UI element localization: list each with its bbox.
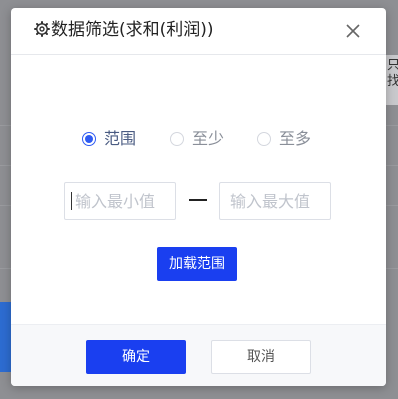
confirm-button[interactable]: 确定 bbox=[86, 340, 186, 374]
close-icon[interactable] bbox=[345, 23, 361, 39]
background-text: 只 找 bbox=[387, 58, 398, 89]
gear-icon bbox=[34, 21, 50, 37]
text-cursor bbox=[71, 192, 72, 210]
radio-button[interactable] bbox=[82, 132, 96, 146]
max-value-input[interactable] bbox=[219, 182, 331, 220]
cancel-button[interactable]: 取消 bbox=[211, 340, 311, 374]
radio-label: 范围 bbox=[104, 129, 137, 148]
radio-label: 至多 bbox=[279, 129, 312, 148]
filter-dialog: 数据筛选(求和(利润)) 范围 至少 至多 加载范围 确定 取消 bbox=[11, 8, 386, 386]
filter-mode-radio-group: 范围 至少 至多 bbox=[11, 129, 386, 151]
min-value-input[interactable] bbox=[64, 182, 176, 220]
background-selection bbox=[0, 302, 11, 372]
load-range-button[interactable]: 加载范围 bbox=[157, 247, 237, 281]
radio-label: 至少 bbox=[192, 129, 225, 148]
range-separator bbox=[189, 199, 207, 201]
dialog-footer: 确定 取消 bbox=[11, 324, 386, 386]
radio-button[interactable] bbox=[257, 132, 271, 146]
dialog-title: 数据筛选(求和(利润)) bbox=[51, 20, 214, 40]
radio-button[interactable] bbox=[170, 132, 184, 146]
dialog-header: 数据筛选(求和(利润)) bbox=[11, 8, 386, 55]
